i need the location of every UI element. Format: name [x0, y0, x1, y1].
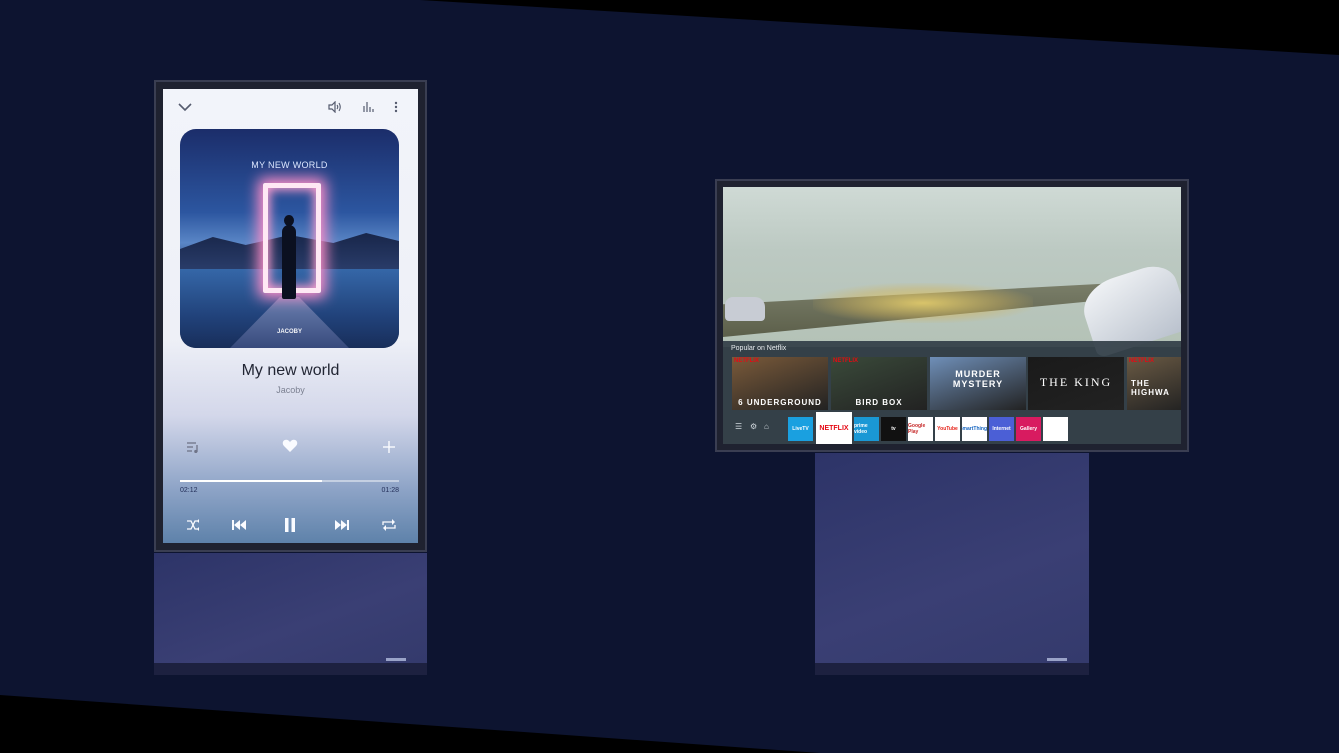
album-person-silhouette — [282, 215, 296, 299]
netflix-poster[interactable]: NETFLIX 6 UNDERGROUND — [732, 357, 828, 410]
pause-icon[interactable] — [280, 514, 300, 536]
add-icon[interactable] — [379, 438, 399, 456]
song-artist: Jacoby — [276, 385, 305, 395]
netflix-poster[interactable]: NETFLIX BIRD BOX — [831, 357, 927, 410]
home-icon[interactable]: ⌂ — [764, 422, 769, 431]
netflix-row-title: Popular on Netflix — [731, 345, 787, 352]
netflix-panel: Popular on Netflix NETFLIX 6 UNDERGROUND… — [723, 341, 1181, 444]
poster-title: BIRD BOX — [855, 398, 903, 407]
app-tile-gallery[interactable]: Gallery — [1016, 417, 1041, 441]
netflix-poster[interactable]: NETFLIX THE HIGHWA — [1127, 357, 1181, 410]
volume-icon[interactable] — [325, 98, 345, 116]
landscape-tv-frame: Popular on Netflix NETFLIX 6 UNDERGROUND… — [715, 179, 1189, 452]
scene-glow — [813, 283, 1033, 323]
app-tile-google-play[interactable]: Google Play — [908, 417, 933, 441]
stand-indicator — [386, 658, 406, 661]
app-tile-smartthings[interactable]: SmartThings — [962, 417, 987, 441]
progress-bar[interactable] — [180, 480, 399, 482]
app-tile-netflix[interactable]: NETFLIX — [816, 412, 852, 444]
music-player-screen: MY NEW WORLD JACOBY My new world Jacoby … — [163, 89, 418, 543]
poster-title: MURDER MYSTERY — [952, 369, 1004, 389]
app-tile-prime-video[interactable]: prime video — [854, 417, 879, 441]
remaining-time: 01:28 — [381, 487, 399, 494]
portrait-tv-frame: MY NEW WORLD JACOBY My new world Jacoby … — [154, 80, 427, 552]
album-art-artist: JACOBY — [276, 329, 302, 335]
equalizer-icon[interactable] — [359, 98, 379, 116]
next-track-icon[interactable] — [331, 516, 353, 534]
progress-fill — [180, 480, 323, 482]
poster-title: THE HIGHWA — [1131, 379, 1170, 397]
album-art-title: MY NEW WORLD — [251, 160, 328, 170]
poster-title: 6 UNDERGROUND — [738, 398, 822, 407]
song-title: My new world — [241, 362, 340, 379]
netflix-poster[interactable]: MURDER MYSTERY — [930, 357, 1026, 410]
app-tile-apple-tv[interactable]: tv — [881, 417, 906, 441]
elapsed-time: 02:12 — [180, 487, 198, 494]
scene-car — [725, 297, 765, 321]
app-tile-ambient[interactable] — [1043, 417, 1068, 441]
repeat-icon[interactable] — [378, 516, 400, 534]
netflix-badge: NETFLIX — [1129, 358, 1154, 364]
album-art: MY NEW WORLD JACOBY — [180, 129, 399, 348]
menu-icon[interactable]: ☰ — [735, 422, 742, 431]
stand-base — [154, 663, 427, 675]
favorite-heart-icon[interactable] — [280, 437, 300, 455]
portrait-tv-stand — [154, 553, 427, 675]
collapse-chevron-icon[interactable] — [175, 98, 195, 116]
stand-base — [815, 663, 1089, 675]
app-tile-livetv[interactable]: LiveTV — [788, 417, 813, 441]
app-tile-youtube[interactable]: YouTube — [935, 417, 960, 441]
poster-title: THE KING — [1039, 375, 1113, 389]
app-tile-internet[interactable]: Internet — [989, 417, 1014, 441]
netflix-badge: NETFLIX — [734, 358, 759, 364]
previous-track-icon[interactable] — [228, 516, 250, 534]
stand-indicator — [1047, 658, 1067, 661]
netflix-badge: NETFLIX — [833, 358, 858, 364]
tv-home-screen: Popular on Netflix NETFLIX 6 UNDERGROUND… — [723, 187, 1181, 444]
landscape-tv-stand — [815, 453, 1089, 675]
more-options-icon[interactable] — [389, 98, 403, 116]
shuffle-icon[interactable] — [183, 516, 203, 534]
netflix-poster[interactable]: THE KING — [1028, 357, 1124, 410]
playlist-icon[interactable] — [183, 438, 203, 456]
settings-icon[interactable]: ⚙ — [750, 422, 757, 431]
